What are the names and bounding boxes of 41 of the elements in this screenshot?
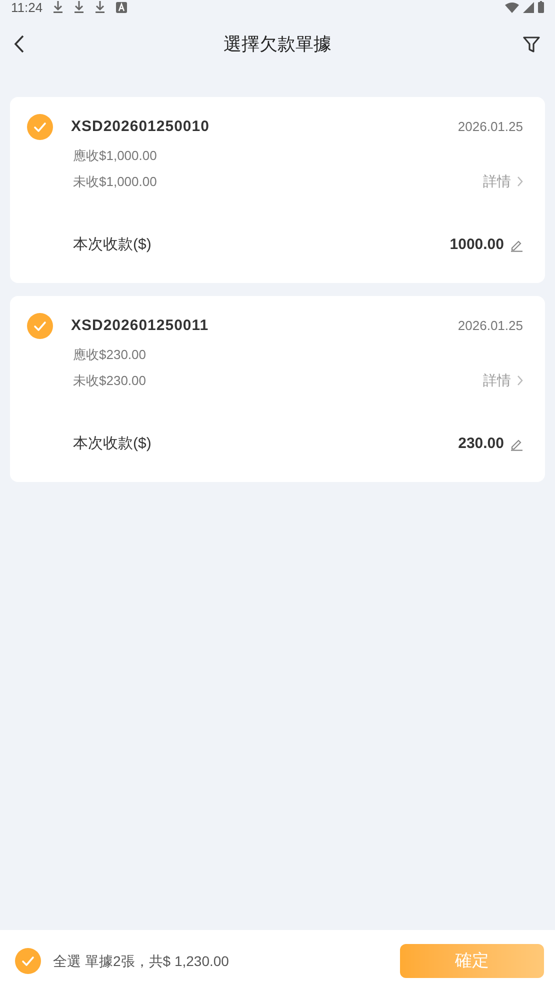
page-title: 選擇欠款單據 — [224, 32, 332, 56]
unpaid-amount: 未收$1,000.00 — [73, 172, 157, 190]
edit-button[interactable] — [510, 238, 523, 252]
download-icon — [52, 1, 63, 13]
download-icon — [74, 1, 84, 13]
confirm-button[interactable]: 確定 — [400, 944, 544, 978]
unpaid-amount: 未收$230.00 — [73, 372, 146, 390]
pencil-icon — [510, 438, 523, 451]
chevron-right-icon — [517, 375, 523, 386]
invoice-number: XSD202601250010 — [71, 116, 210, 137]
invoice-checkbox[interactable] — [27, 114, 53, 140]
invoice-date: 2026.01.25 — [458, 317, 523, 336]
select-all-label: 全選 — [53, 952, 81, 970]
selection-summary: 單據2張，共$ 1,230.00 — [85, 952, 229, 970]
app-notification-icon — [116, 2, 127, 12]
select-all-checkbox[interactable] — [15, 948, 41, 974]
filter-button[interactable] — [521, 34, 541, 54]
edit-button[interactable] — [510, 438, 523, 451]
invoice-number: XSD202601250011 — [71, 316, 209, 336]
payment-label: 本次收款($) — [73, 235, 152, 255]
checkmark-icon — [21, 954, 35, 968]
payment-amount: 230.00 — [458, 434, 504, 454]
details-link[interactable]: 詳情 — [483, 171, 523, 192]
wifi-icon — [505, 2, 519, 12]
invoice-date: 2026.01.25 — [458, 118, 523, 136]
chevron-right-icon — [517, 176, 523, 187]
filter-icon — [522, 36, 540, 52]
receivable-amount: 應收$230.00 — [73, 346, 147, 364]
invoice-checkbox[interactable] — [27, 313, 53, 339]
signal-icon — [523, 2, 534, 12]
payment-amount: 1000.00 — [450, 235, 504, 255]
battery-icon — [538, 1, 544, 13]
checkmark-icon — [33, 319, 47, 333]
pencil-icon — [510, 238, 523, 252]
payment-label: 本次收款($) — [73, 434, 152, 454]
checkmark-icon — [33, 120, 47, 134]
details-link[interactable]: 詳情 — [483, 370, 523, 391]
status-time: 11:24 — [11, 0, 43, 14]
receivable-amount: 應收$1,000.00 — [73, 147, 158, 165]
back-icon — [14, 35, 24, 53]
download-icon — [94, 1, 105, 13]
